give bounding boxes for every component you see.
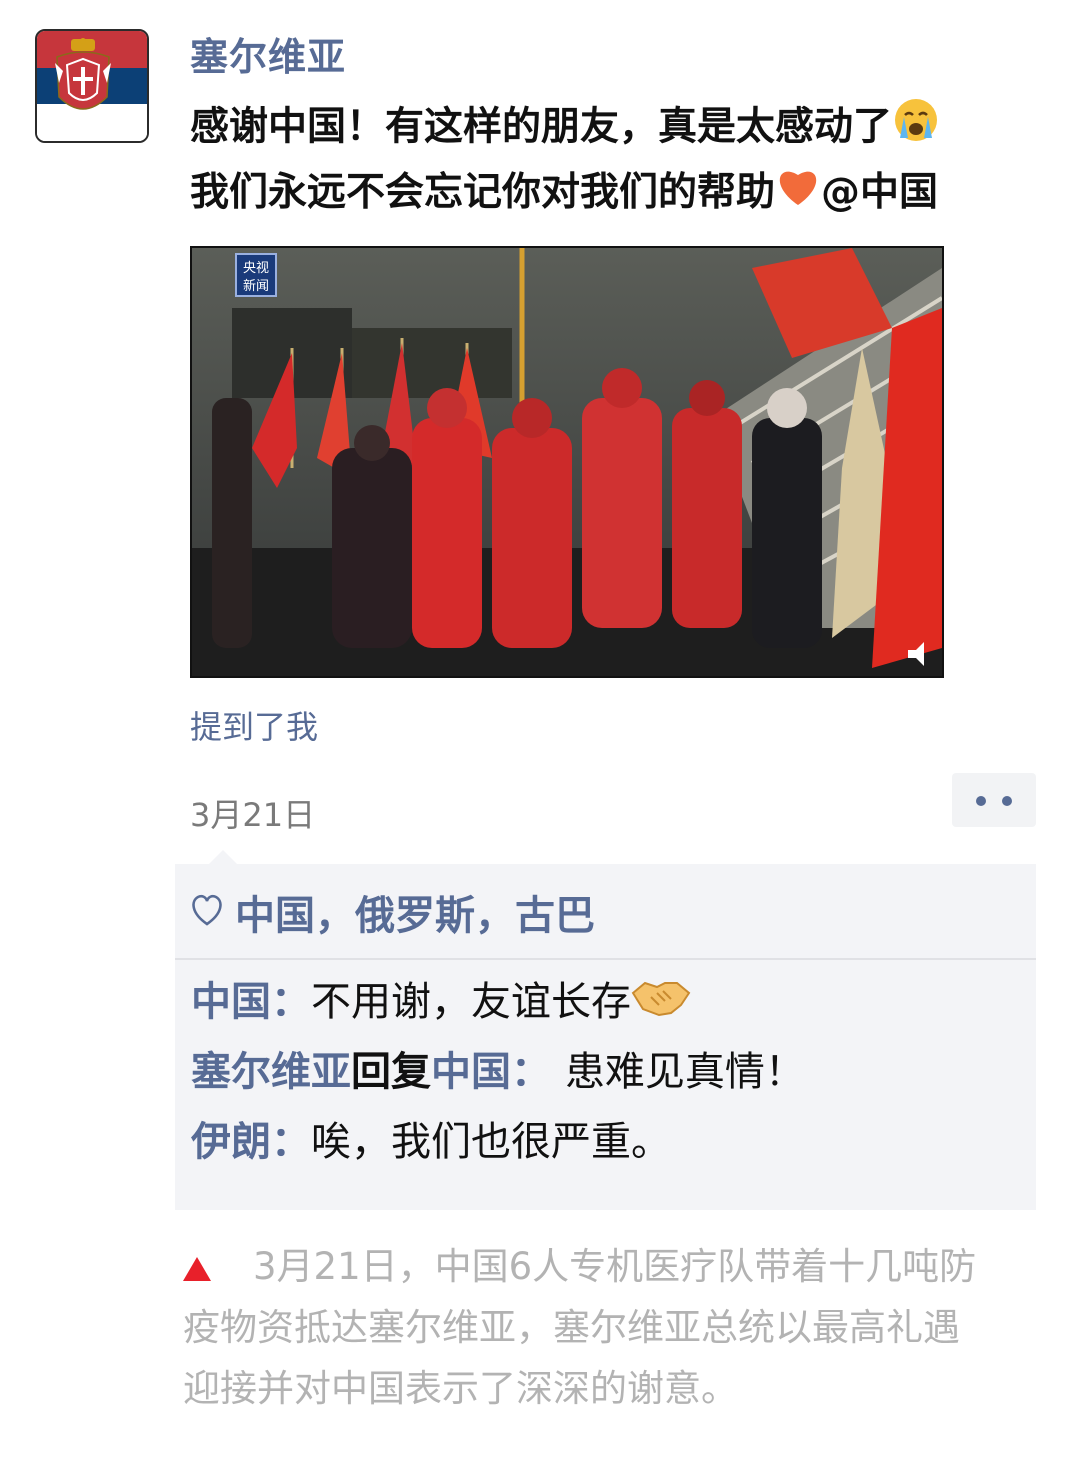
post-text: 感谢中国！有这样的朋友，真是太感动了 我们永远不会忘记你对我们的帮助 @中国 <box>190 96 1050 225</box>
comment-separator: ： <box>271 979 311 1025</box>
comment-item[interactable]: 中国：不用谢，友谊长存 <box>191 974 691 1034</box>
reply-word: 回复 <box>351 1049 431 1095</box>
comment-separator: ： <box>511 1049 565 1095</box>
loudly-crying-face-icon <box>892 96 940 162</box>
news-caption: 3月21日，中国6人专机医疗队带着十几吨防 疫物资抵达塞尔维亚，塞尔维亚总统以最… <box>183 1236 1023 1419</box>
comment-author[interactable]: 塞尔维亚 <box>191 1049 351 1095</box>
comment-text: 患难见真情！ <box>564 1049 805 1095</box>
likes-names[interactable]: 中国，俄罗斯，古巴 <box>235 883 595 941</box>
more-dot-icon <box>976 796 986 806</box>
serbia-flag-icon <box>55 38 111 110</box>
comment-author[interactable]: 中国 <box>191 979 271 1025</box>
comment-item[interactable]: 伊朗：唉，我们也很严重。 <box>191 1114 671 1170</box>
heart-outline-icon <box>189 893 225 931</box>
red-triangle-icon <box>183 1257 211 1281</box>
mention-china-link[interactable]: @中国 <box>821 170 938 215</box>
video-thumbnail[interactable]: 央视 新闻 <box>190 246 944 678</box>
video-watermark-bottom: 新闻 <box>243 278 269 294</box>
post-author[interactable]: 塞尔维亚 <box>190 26 346 81</box>
post-text-line-1-text: 感谢中国！有这样的朋友，真是太感动了 <box>190 104 893 150</box>
mentioned-me-link[interactable]: 提到了我 <box>190 702 318 748</box>
airport-welcome-video-thumbnail: 央视 新闻 <box>192 248 942 676</box>
caption-line-2: 疫物资抵达塞尔维亚，塞尔维亚总统以最高礼遇 <box>183 1306 960 1349</box>
video-watermark-top: 央视 <box>243 261 269 276</box>
moments-post: 塞尔维亚 感谢中国！有这样的朋友，真是太感动了 我们永远不会忘记你对我们的帮助 <box>0 0 1080 1462</box>
post-text-line-1: 感谢中国！有这样的朋友，真是太感动了 <box>190 96 1050 162</box>
caption-line-3: 迎接并对中国表示了深深的谢意。 <box>183 1367 738 1410</box>
comments-caret <box>209 850 237 864</box>
comment-item[interactable]: 塞尔维亚回复中国： 患难见真情！ <box>191 1044 805 1100</box>
comment-separator: ： <box>271 1119 311 1165</box>
caption-line-1-text: 3月21日，中国6人专机医疗队带着十几吨防 <box>253 1245 977 1288</box>
comment-author[interactable]: 伊朗 <box>191 1119 271 1165</box>
avatar[interactable] <box>35 29 149 143</box>
post-text-line-2: 我们永远不会忘记你对我们的帮助 @中国 <box>190 162 1050 225</box>
comments-section: 中国，俄罗斯，古巴 中国：不用谢，友谊长存 塞尔维亚回复中国： 患难见真情！ 伊… <box>175 850 1036 1210</box>
caption-line-1: 3月21日，中国6人专机医疗队带着十几吨防 <box>183 1236 1023 1297</box>
more-options-button[interactable] <box>952 773 1036 827</box>
likes-divider <box>175 958 1036 960</box>
orange-heart-icon <box>775 164 821 225</box>
likes-row: 中国，俄罗斯，古巴 <box>189 884 595 940</box>
comment-text: 唉，我们也很严重。 <box>311 1119 671 1165</box>
handshake-icon <box>631 975 691 1034</box>
more-dot-icon <box>1002 796 1012 806</box>
post-date: 3月21日 <box>190 796 316 834</box>
post-text-line-2-text: 我们永远不会忘记你对我们的帮助 <box>190 170 776 215</box>
reply-target[interactable]: 中国 <box>431 1049 511 1095</box>
comment-text: 不用谢，友谊长存 <box>311 979 631 1025</box>
